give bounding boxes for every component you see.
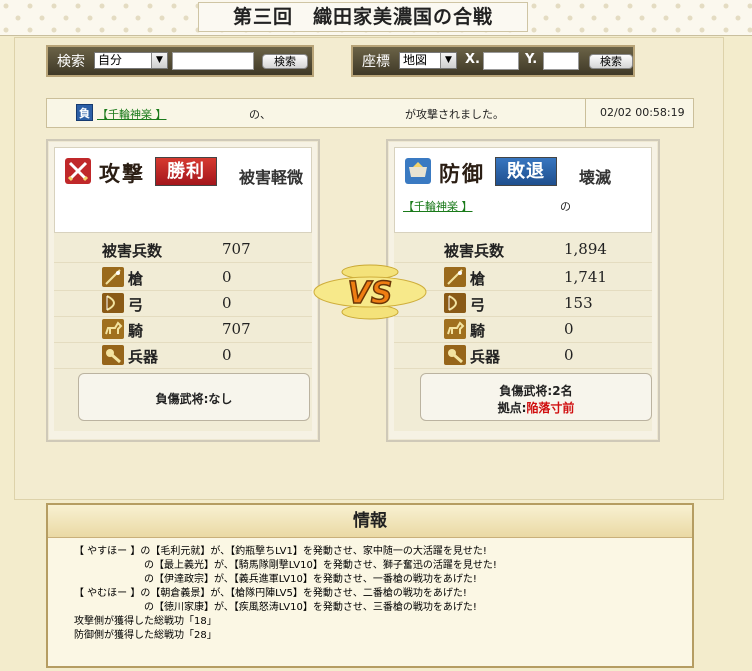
defeat-badge: 敗退 <box>495 157 557 186</box>
spear-icon <box>444 267 466 287</box>
defense-stats: 被害兵数 1,894 槍 1,741 弓 153 騎 0 兵器 0 負傷武将:2… <box>394 233 652 431</box>
chevron-down-icon: ▼ <box>440 53 456 68</box>
unit-value: 1,741 <box>564 268 607 286</box>
coordinate-map-value: 地図 <box>403 53 428 67</box>
attack-panel: 攻撃 勝利 被害軽微 被害兵数 707 槍 0 弓 0 騎 707 兵器 0 負… <box>46 139 320 442</box>
attack-summary-text: 負傷武将:なし <box>155 392 233 406</box>
chevron-down-icon: ▼ <box>151 53 167 68</box>
unit-label: 弓 <box>470 296 486 314</box>
info-line: の【最上義光】が、【騎馬隊剛撃LV10】を発動させ、獅子奮迅の活躍を見せた! <box>74 560 497 571</box>
unit-value: 0 <box>564 320 574 338</box>
attack-title: 攻撃 <box>99 161 145 186</box>
spear-icon <box>102 267 124 287</box>
coordinate-search-button[interactable]: 検索 <box>589 54 633 69</box>
defense-summary-line2: 拠点:陥落寸前 <box>421 399 651 416</box>
defense-damage-status: 壊滅 <box>579 168 612 187</box>
unit-label: 槍 <box>470 270 486 288</box>
info-log: 【 やすほー 】の【毛利元就】が、【釣瓶撃ちLV1】を発動させ、家中随一の大活躍… <box>74 545 497 643</box>
coordinate-toolbar: 座標 地図 ▼ X. Y. 検索 <box>351 45 635 77</box>
y-label: Y. <box>525 52 538 67</box>
unit-value: 0 <box>222 294 232 312</box>
defense-unit-row: 兵器 0 <box>394 343 652 369</box>
defense-player-line: 【千輪神楽 】 の <box>403 198 571 214</box>
info-line: 攻撃側が獲得した総戦功「18」 <box>74 616 217 627</box>
notice-divider <box>585 99 586 127</box>
unit-value: 0 <box>222 268 232 286</box>
notice-suffix-text: が攻撃されました。 <box>405 108 504 121</box>
unit-label: 兵器 <box>470 348 501 366</box>
base-status-label: 拠点: <box>497 401 527 415</box>
info-line: 【 やすほー 】の【毛利元就】が、【釣瓶撃ちLV1】を発動させ、家中随一の大活躍… <box>74 546 487 557</box>
coordinate-label: 座標 <box>362 54 390 70</box>
attack-unit-row: 弓 0 <box>54 291 312 317</box>
coordinate-map-select[interactable]: 地図 ▼ <box>399 52 457 69</box>
vs-text: VS <box>348 276 393 311</box>
unit-value: 707 <box>222 320 251 338</box>
attack-unit-row: 騎 707 <box>54 317 312 343</box>
unit-label: 兵器 <box>128 348 159 366</box>
attack-losses-row: 被害兵数 707 <box>54 237 312 263</box>
x-coordinate-input[interactable] <box>483 52 519 70</box>
crossed-swords-icon <box>65 158 91 184</box>
battle-notice: 負 【千輪神楽 】 の、 が攻撃されました。 02/02 00:58:19 <box>46 98 694 128</box>
unit-value: 153 <box>564 294 593 312</box>
weapon-icon <box>444 345 466 365</box>
attack-summary-box: 負傷武将:なし <box>78 373 310 421</box>
horse-icon <box>102 319 124 339</box>
y-coordinate-input[interactable] <box>543 52 579 70</box>
horse-icon <box>444 319 466 339</box>
notice-timestamp: 02/02 00:58:19 <box>600 106 685 119</box>
search-label: 検索 <box>57 54 85 70</box>
losses-label: 被害兵数 <box>102 242 163 260</box>
search-input[interactable] <box>172 52 254 70</box>
info-line: 防御側が獲得した総戦功「28」 <box>74 630 217 641</box>
defense-player-suffix: の <box>560 200 571 213</box>
defense-summary-line1: 負傷武将:2名 <box>499 384 573 398</box>
defense-summary-box: 負傷武将:2名 拠点:陥落寸前 <box>420 373 652 421</box>
notice-middle-text: の、 <box>249 108 271 121</box>
page-title: 第三回 織田家美濃国の合戦 <box>198 2 528 32</box>
info-line: の【徳川家康】が、【疾風怒涛LV10】を発動させ、三番槍の戦功をあげた! <box>74 602 477 613</box>
info-title: 情報 <box>48 505 692 538</box>
notice-player-link[interactable]: 【千輪神楽 】 <box>97 106 167 122</box>
victory-badge: 勝利 <box>155 157 217 186</box>
attack-damage-status: 被害軽微 <box>239 168 304 187</box>
attack-unit-row: 槍 0 <box>54 265 312 291</box>
weapon-icon <box>102 345 124 365</box>
x-label: X. <box>465 52 480 67</box>
defense-unit-row: 槍 1,741 <box>394 265 652 291</box>
attack-unit-row: 兵器 0 <box>54 343 312 369</box>
info-line: の【伊達政宗】が、【義兵進軍LV10】を発動させ、一番槍の戦功をあげた! <box>74 574 477 585</box>
shield-icon <box>405 158 431 184</box>
search-scope-value: 自分 <box>98 53 123 67</box>
defense-player-link[interactable]: 【千輪神楽 】 <box>403 200 473 213</box>
defense-title: 防御 <box>439 161 485 186</box>
search-button[interactable]: 検索 <box>262 54 308 69</box>
unit-value: 0 <box>564 346 574 364</box>
defense-losses-value: 1,894 <box>564 240 607 258</box>
defeat-badge: 負 <box>76 104 93 121</box>
search-scope-select[interactable]: 自分 ▼ <box>94 52 168 69</box>
base-status-value: 陥落寸前 <box>526 401 575 415</box>
defense-losses-row: 被害兵数 1,894 <box>394 237 652 263</box>
search-toolbar: 検索 自分 ▼ 検索 <box>46 45 314 77</box>
vs-emblem: VS <box>310 260 430 324</box>
unit-label: 騎 <box>128 322 144 340</box>
attack-stats: 被害兵数 707 槍 0 弓 0 騎 707 兵器 0 負傷武将:なし <box>54 233 312 431</box>
unit-label: 槍 <box>128 270 144 288</box>
defense-unit-row: 弓 153 <box>394 291 652 317</box>
losses-label: 被害兵数 <box>444 242 505 260</box>
unit-label: 弓 <box>128 296 144 314</box>
unit-label: 騎 <box>470 322 486 340</box>
bow-icon <box>444 293 466 313</box>
attack-losses-value: 707 <box>222 240 251 258</box>
attack-panel-header: 攻撃 勝利 被害軽微 <box>54 147 312 233</box>
defense-panel-header: 防御 敗退 壊滅 【千輪神楽 】 の <box>394 147 652 233</box>
unit-value: 0 <box>222 346 232 364</box>
info-line: 【 やむほー 】の【朝倉義景】が、【槍隊円陣LV5】を発動させ、二番槍の戦功をあ… <box>74 588 467 599</box>
defense-unit-row: 騎 0 <box>394 317 652 343</box>
battle-info-panel: 情報 【 やすほー 】の【毛利元就】が、【釣瓶撃ちLV1】を発動させ、家中随一の… <box>46 503 694 668</box>
bow-icon <box>102 293 124 313</box>
